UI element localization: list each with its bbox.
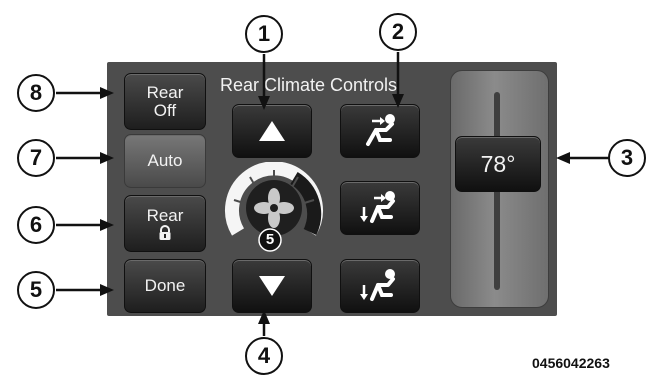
callout-arrows (56, 52, 609, 336)
callout-4: 4 (245, 337, 283, 375)
callout-7: 7 (17, 139, 55, 177)
callout-2: 2 (379, 13, 417, 51)
callout-3: 3 (608, 139, 646, 177)
callout-1: 1 (245, 15, 283, 53)
callout-8: 8 (17, 74, 55, 112)
image-code: 0456042263 (532, 355, 610, 371)
callout-5: 5 (17, 271, 55, 309)
callout-6: 6 (17, 206, 55, 244)
